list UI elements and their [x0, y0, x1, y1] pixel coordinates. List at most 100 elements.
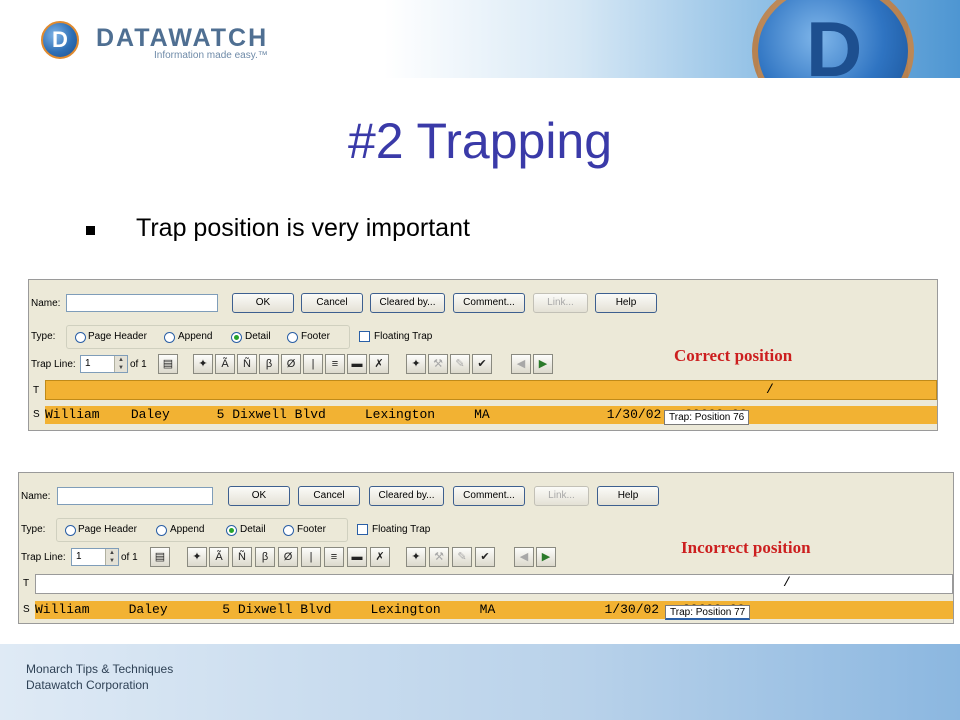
footer-line-1: Monarch Tips & Techniques: [26, 662, 174, 676]
incorrect-position-label: Incorrect position: [681, 538, 811, 557]
radio-append[interactable]: [156, 525, 167, 536]
radio-footer[interactable]: [287, 332, 298, 343]
spinner-arrows-icon[interactable]: ▲ ▼: [105, 549, 118, 565]
sample-label: S: [33, 409, 40, 420]
brand-name: DATAWATCH: [96, 24, 269, 52]
radio-page-header-label: Page Header: [88, 331, 147, 342]
radio-page-header[interactable]: [75, 332, 86, 343]
sample-data-row[interactable]: William Daley 5 Dixwell Blvd Lexington M…: [35, 601, 953, 619]
trap-line-spinner[interactable]: 1 ▲ ▼: [80, 355, 128, 373]
trap-panel-correct: Name: OK Cancel Cleared by... Comment...…: [28, 279, 938, 431]
trap-panel-incorrect: Name: OK Cancel Cleared by... Comment...…: [18, 472, 954, 624]
check-edit-icon[interactable]: ✔: [475, 547, 495, 567]
name-label: Name:: [21, 491, 51, 502]
next-icon[interactable]: ▶: [536, 547, 556, 567]
help-button[interactable]: Help: [595, 293, 657, 313]
prev-icon[interactable]: ◀: [511, 354, 531, 374]
beta-icon[interactable]: β: [259, 354, 279, 374]
trap-ruler[interactable]: [45, 380, 937, 400]
radio-detail[interactable]: [231, 332, 242, 343]
radio-footer-label: Footer: [297, 524, 326, 535]
clear-trap-icon[interactable]: ✗: [370, 547, 390, 567]
spinner-arrows-icon[interactable]: ▲ ▼: [114, 356, 127, 372]
trap-line-of: of 1: [121, 552, 138, 563]
decorative-d-logo-icon: D: [752, 0, 914, 78]
brand-tagline: Information made easy.™: [154, 50, 268, 61]
sample-label: S: [23, 604, 30, 615]
name-input[interactable]: [57, 487, 213, 505]
pencil-icon[interactable]: ✎: [450, 354, 470, 374]
radio-footer[interactable]: [283, 525, 294, 536]
bullet-text: Trap position is very important: [136, 214, 470, 242]
wrench-icon[interactable]: ⚒: [429, 547, 449, 567]
sample-data-row[interactable]: William Daley 5 Dixwell Blvd Lexington M…: [45, 406, 937, 424]
type-label: Type:: [21, 524, 46, 535]
prev-icon[interactable]: ◀: [514, 547, 534, 567]
trap-position-tooltip: Trap: Position 76: [664, 410, 750, 425]
numeric-icon[interactable]: ≡: [324, 547, 344, 567]
trap-line-of: of 1: [130, 359, 147, 370]
cancel-button[interactable]: Cancel: [298, 486, 360, 506]
ruler-label: T: [23, 578, 30, 589]
floating-trap-checkbox[interactable]: [357, 524, 368, 535]
ok-button[interactable]: OK: [232, 293, 294, 313]
ruler-mark: /: [783, 575, 791, 590]
trap-line-spinner[interactable]: 1 ▲ ▼: [71, 548, 119, 566]
alpha-icon[interactable]: Ñ: [232, 547, 252, 567]
name-label: Name:: [31, 298, 61, 309]
datawatch-logo-icon: D: [41, 21, 79, 59]
trap-line-label: Trap Line:: [21, 552, 66, 563]
slide-footer: Monarch Tips & Techniques Datawatch Corp…: [0, 644, 960, 720]
slide-title: #2 Trapping: [347, 113, 613, 169]
radio-append[interactable]: [164, 332, 175, 343]
radio-append-label: Append: [170, 524, 205, 535]
radio-append-label: Append: [178, 331, 213, 342]
comment-button[interactable]: Comment...: [453, 486, 525, 506]
floating-trap-label: Floating Trap: [372, 524, 431, 535]
help-button[interactable]: Help: [597, 486, 659, 506]
alpha-icon[interactable]: Ñ: [237, 354, 257, 374]
wrench-icon[interactable]: ⚒: [428, 354, 448, 374]
trap-wand-icon[interactable]: ✦: [187, 547, 207, 567]
blank-icon[interactable]: ▬: [347, 547, 367, 567]
next-icon[interactable]: ▶: [533, 354, 553, 374]
properties-icon[interactable]: ▤: [150, 547, 170, 567]
header-banner: D DATAWATCH Information made easy.™ D: [0, 0, 960, 78]
cleared-by-button[interactable]: Cleared by...: [369, 486, 444, 506]
name-input[interactable]: [66, 294, 218, 312]
link-button[interactable]: Link...: [533, 293, 588, 313]
any-char-icon[interactable]: Ã: [215, 354, 235, 374]
type-label: Type:: [31, 331, 56, 342]
wand-edit-icon[interactable]: ✦: [406, 354, 426, 374]
trap-position-tooltip: Trap: Position 77: [665, 605, 751, 620]
beta-icon[interactable]: β: [255, 547, 275, 567]
wand-edit-icon[interactable]: ✦: [406, 547, 426, 567]
pencil-icon[interactable]: ✎: [452, 547, 472, 567]
trap-ruler[interactable]: [35, 574, 953, 594]
pipe-icon[interactable]: |: [301, 547, 321, 567]
clear-trap-icon[interactable]: ✗: [369, 354, 389, 374]
pipe-icon[interactable]: |: [303, 354, 323, 374]
type-radio-group: Page Header Append Detail Footer: [56, 518, 348, 542]
comment-button[interactable]: Comment...: [453, 293, 525, 313]
radio-page-header-label: Page Header: [78, 524, 137, 535]
blank-icon[interactable]: ▬: [347, 354, 367, 374]
floating-trap-label: Floating Trap: [374, 331, 433, 342]
type-radio-group: Page Header Append Detail Footer: [66, 325, 350, 349]
radio-detail-label: Detail: [245, 331, 271, 342]
numeric-icon[interactable]: ≡: [325, 354, 345, 374]
check-edit-icon[interactable]: ✔: [472, 354, 492, 374]
link-button[interactable]: Link...: [534, 486, 589, 506]
radio-detail[interactable]: [226, 525, 237, 536]
bullet-icon: [86, 226, 95, 235]
trap-wand-icon[interactable]: ✦: [193, 354, 213, 374]
radio-page-header[interactable]: [65, 525, 76, 536]
null-icon[interactable]: Ø: [281, 354, 301, 374]
floating-trap-checkbox[interactable]: [359, 331, 370, 342]
cleared-by-button[interactable]: Cleared by...: [370, 293, 445, 313]
any-char-icon[interactable]: Ã: [209, 547, 229, 567]
null-icon[interactable]: Ø: [278, 547, 298, 567]
properties-icon[interactable]: ▤: [158, 354, 178, 374]
cancel-button[interactable]: Cancel: [301, 293, 363, 313]
ok-button[interactable]: OK: [228, 486, 290, 506]
